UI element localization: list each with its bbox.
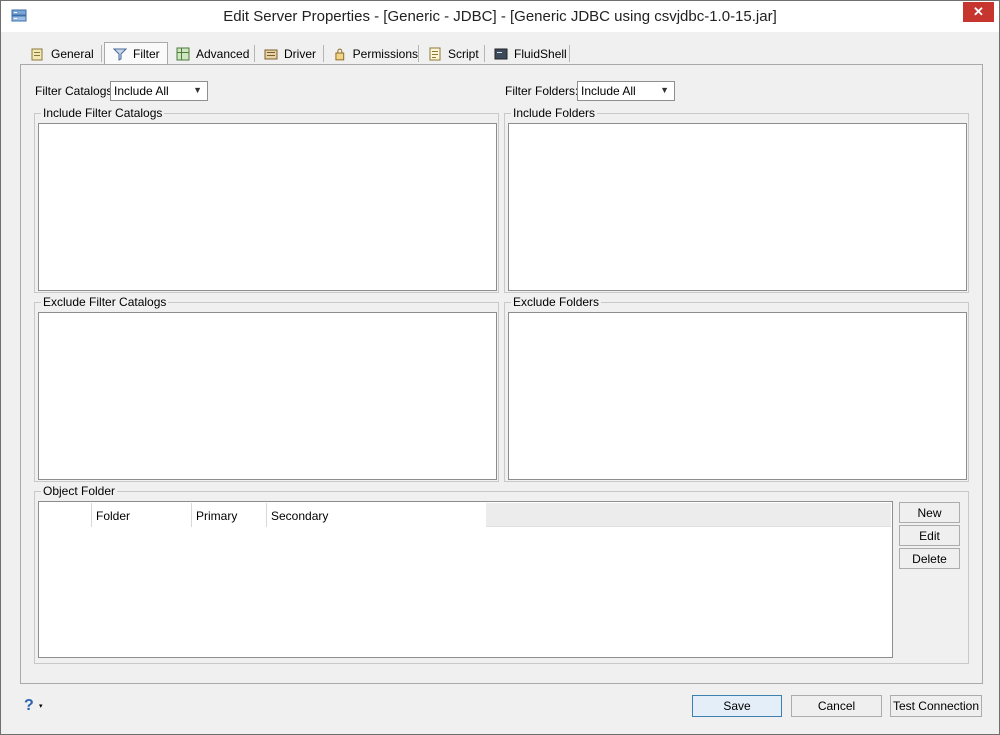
- filter-catalogs-value: Include All: [114, 84, 169, 98]
- tab-label: Permissions: [352, 47, 418, 61]
- help-icon[interactable]: ?: [24, 697, 34, 715]
- test-connection-button[interactable]: Test Connection: [890, 695, 982, 717]
- exclude-folders-list[interactable]: [508, 312, 967, 480]
- tab-advanced[interactable]: Advanced: [168, 43, 254, 65]
- filter-folders-label: Filter Folders:: [505, 84, 579, 98]
- group-title: Exclude Filter Catalogs: [41, 295, 169, 309]
- edit-button[interactable]: Edit: [899, 525, 960, 546]
- exclude-folders-group: Exclude Folders: [504, 295, 969, 482]
- tab-bar: General Filter Advanced Driver Permissio…: [23, 42, 983, 66]
- help-dropdown-caret-icon[interactable]: ▾: [39, 702, 43, 710]
- general-properties-icon: [31, 48, 43, 61]
- filter-catalogs-select[interactable]: Include All ▼: [110, 81, 208, 101]
- cancel-button[interactable]: Cancel: [791, 695, 882, 717]
- advanced-settings-icon: [176, 47, 190, 61]
- object-folder-group: Object Folder Folder Primary Secondary N…: [34, 484, 969, 664]
- tab-label: Advanced: [196, 47, 250, 61]
- group-title: Object Folder: [41, 484, 118, 498]
- tab-label: FluidShell: [514, 47, 567, 61]
- include-filter-catalogs-group: Include Filter Catalogs: [34, 106, 499, 293]
- column-header-secondary[interactable]: Secondary: [267, 503, 486, 527]
- tab-filter[interactable]: Filter: [104, 42, 168, 66]
- tab-divider: [323, 45, 324, 62]
- column-header-blank[interactable]: [40, 503, 92, 527]
- tab-driver[interactable]: Driver: [256, 43, 324, 65]
- object-folder-table[interactable]: Folder Primary Secondary: [38, 501, 893, 658]
- tab-divider: [484, 45, 485, 62]
- delete-button[interactable]: Delete: [899, 548, 960, 569]
- include-filter-catalogs-list[interactable]: [38, 123, 497, 291]
- fluidshell-icon: [494, 48, 508, 60]
- tab-divider: [101, 45, 102, 62]
- tab-general[interactable]: General: [23, 43, 101, 65]
- tab-label: Script: [448, 47, 479, 61]
- exclude-filter-catalogs-group: Exclude Filter Catalogs: [34, 295, 499, 482]
- tab-label: Driver: [284, 47, 316, 61]
- tab-divider: [569, 45, 570, 62]
- edit-server-properties-dialog: Edit Server Properties - [Generic - JDBC…: [0, 0, 1000, 735]
- tab-permissions[interactable]: Permissions: [325, 43, 418, 65]
- column-header-folder[interactable]: Folder: [92, 503, 192, 527]
- chevron-down-icon: ▼: [660, 85, 669, 95]
- filter-catalogs-label: Filter Catalogs: [35, 84, 113, 98]
- permissions-icon: [335, 48, 345, 61]
- save-button[interactable]: Save: [692, 695, 782, 717]
- group-title: Include Filter Catalogs: [41, 106, 165, 120]
- title-bar: Edit Server Properties - [Generic - JDBC…: [1, 1, 999, 32]
- include-folders-list[interactable]: [508, 123, 967, 291]
- tab-fluidshell[interactable]: FluidShell: [486, 43, 570, 65]
- tab-label: General: [51, 47, 94, 61]
- include-folders-group: Include Folders: [504, 106, 969, 293]
- tab-divider: [418, 45, 419, 62]
- filter-tab-panel: Filter Catalogs Include All ▼ Filter Fol…: [20, 64, 983, 684]
- close-icon: ✕: [973, 4, 984, 19]
- window-title: Edit Server Properties - [Generic - JDBC…: [223, 8, 777, 25]
- driver-icon: [264, 49, 278, 60]
- exclude-filter-catalogs-list[interactable]: [38, 312, 497, 480]
- column-header-primary[interactable]: Primary: [192, 503, 267, 527]
- filter-icon: [113, 48, 127, 61]
- group-title: Exclude Folders: [511, 295, 602, 309]
- new-button[interactable]: New: [899, 502, 960, 523]
- filter-folders-value: Include All: [581, 84, 636, 98]
- close-button[interactable]: ✕: [963, 2, 994, 22]
- group-title: Include Folders: [511, 106, 598, 120]
- script-icon: [429, 47, 441, 61]
- tab-script[interactable]: Script: [420, 43, 484, 65]
- filter-folders-select[interactable]: Include All ▼: [577, 81, 675, 101]
- table-header: Folder Primary Secondary: [40, 503, 891, 527]
- tab-divider: [254, 45, 255, 62]
- chevron-down-icon: ▼: [193, 85, 202, 95]
- tab-label: Filter: [133, 47, 160, 61]
